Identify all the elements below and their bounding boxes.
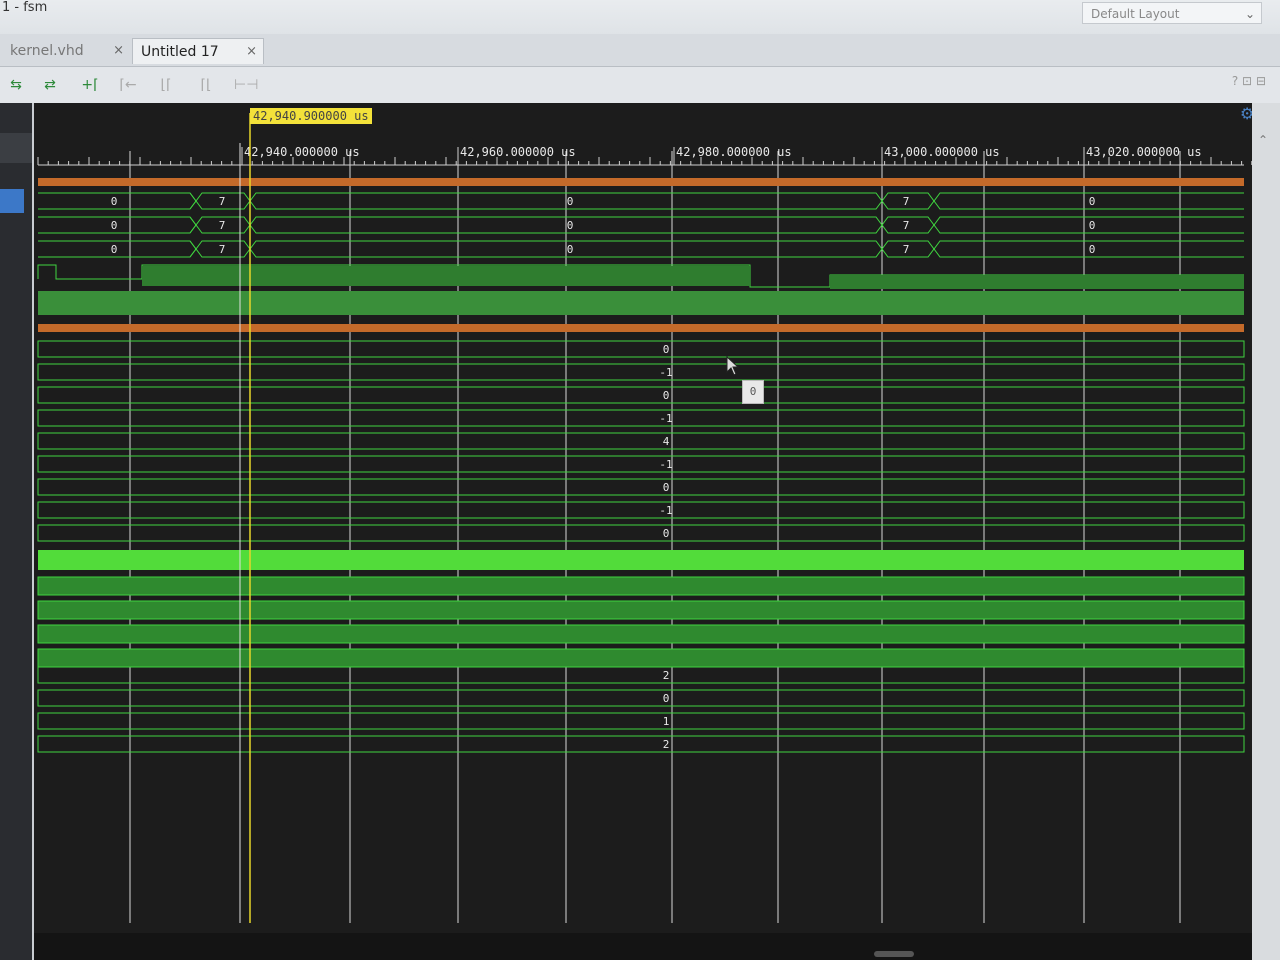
value-tooltip: 0 xyxy=(742,380,764,404)
bus-value: 7 xyxy=(903,219,910,232)
time-tick-label: 42,960.000000 us xyxy=(460,145,576,159)
bus-segment xyxy=(189,216,1244,226)
editor-tabs: kernel.vhd × Untitled 17 × ? × xyxy=(0,34,1280,85)
tab-label: kernel.vhd xyxy=(10,43,84,59)
selected-signal-row[interactable] xyxy=(0,189,24,213)
register-row xyxy=(37,340,1245,358)
counter-value: 2 xyxy=(663,669,670,682)
waveform-toolbar: ⇆ ⇄ +⌈ ⌈← ⌊⌈ ⌈⌊ ⊢⊣ xyxy=(0,67,1280,103)
counter-row xyxy=(37,666,1245,684)
register-row xyxy=(37,409,1245,427)
bus-value: 0 xyxy=(1089,195,1096,208)
signal-name-panel xyxy=(0,103,32,960)
register-value: -1 xyxy=(659,412,672,425)
mouse-pointer-icon xyxy=(726,356,740,376)
swap-cursor-icon[interactable]: ⊢⊣ xyxy=(234,75,258,95)
register-row xyxy=(37,432,1245,450)
dense-signal-fill xyxy=(38,291,1244,315)
add-marker-icon[interactable]: +⌈ xyxy=(80,75,100,95)
go-prev-edge-icon[interactable]: ⌊⌈ xyxy=(156,75,176,95)
bus-segment xyxy=(189,192,1244,202)
bus-segment xyxy=(189,200,1244,210)
register-row xyxy=(37,363,1245,381)
vertical-scrollbar[interactable]: ⌃ xyxy=(1252,103,1280,960)
orange-bus xyxy=(38,324,1244,332)
register-value: -1 xyxy=(659,504,672,517)
register-row xyxy=(37,478,1245,496)
chevron-down-icon: ⌄ xyxy=(1244,7,1255,21)
time-tick-label: 43,000.000000 us xyxy=(884,145,1000,159)
layout-dropdown-value: Default Layout xyxy=(1091,7,1180,21)
register-value: 4 xyxy=(663,435,670,448)
panel-restore-icon[interactable]: ⊡ xyxy=(1242,74,1252,88)
dense-bus xyxy=(37,624,1245,644)
bus-value: 7 xyxy=(903,195,910,208)
register-value: 0 xyxy=(663,527,670,540)
layout-dropdown[interactable]: Default Layout ⌄ xyxy=(1082,2,1262,24)
register-row xyxy=(37,524,1245,542)
time-tick-label: 42,980.000000 us xyxy=(676,145,792,159)
bus-value: 7 xyxy=(903,243,910,256)
tab-label: Untitled 17 xyxy=(141,44,219,60)
waveform-canvas[interactable]: 42,940.000000 us 42,960.000000 us 42,980.0… xyxy=(34,103,1252,933)
bus-segment xyxy=(189,240,1244,250)
tab-kernel-vhd[interactable]: kernel.vhd × xyxy=(2,38,130,64)
bus-segment xyxy=(189,248,1244,258)
dense-signal-fill xyxy=(142,266,750,286)
bus-value: 7 xyxy=(219,243,226,256)
waveform-svg: 42,940.000000 us 42,960.000000 us 42,980.0… xyxy=(37,113,1252,923)
register-value: -1 xyxy=(659,366,672,379)
bus-segment xyxy=(189,224,1244,234)
scroll-thumb[interactable] xyxy=(874,951,914,957)
bus-value: 0 xyxy=(567,219,574,232)
bus-value: 7 xyxy=(219,219,226,232)
counter-value: 1 xyxy=(663,715,670,728)
panel-controls: ? ⊡ ⊟ xyxy=(1232,74,1266,88)
register-value: 0 xyxy=(663,389,670,402)
bright-bus xyxy=(38,550,1244,570)
bus-value: 0 xyxy=(111,243,118,256)
bus-value: 0 xyxy=(567,195,574,208)
zoom-fit-icon[interactable]: ⇆ xyxy=(6,75,26,95)
counter-row xyxy=(37,735,1245,753)
time-tick-label: 43,020.000000 us xyxy=(1086,145,1202,159)
bus-value: 0 xyxy=(111,195,118,208)
bus-value: 7 xyxy=(219,195,226,208)
counter-value: 2 xyxy=(663,738,670,751)
register-row xyxy=(37,501,1245,519)
dense-bus xyxy=(37,576,1245,596)
register-row xyxy=(37,455,1245,473)
dense-bus xyxy=(37,648,1245,668)
register-value: -1 xyxy=(659,458,672,471)
go-first-icon[interactable]: ⌈← xyxy=(118,75,138,95)
panel-maximize-icon[interactable]: ⊟ xyxy=(1256,74,1266,88)
orange-bus xyxy=(38,178,1244,186)
register-value: 0 xyxy=(663,481,670,494)
close-icon[interactable]: × xyxy=(113,38,124,64)
title-bar: 1 - fsm Default Layout ⌄ xyxy=(0,0,1280,34)
tab-untitled-17[interactable]: Untitled 17 × xyxy=(132,38,264,64)
counter-row xyxy=(37,689,1245,707)
bus-value: 0 xyxy=(1089,219,1096,232)
time-tick-label: 42,940.000000 us xyxy=(244,145,360,159)
app-title: 1 - fsm xyxy=(2,0,48,15)
bus-value: 0 xyxy=(111,219,118,232)
dense-signal-fill xyxy=(830,275,1244,289)
name-header xyxy=(0,133,32,163)
horizontal-scrollbar[interactable] xyxy=(34,933,1252,960)
bus-value: 0 xyxy=(1089,243,1096,256)
go-next-edge-icon[interactable]: ⌈⌊ xyxy=(196,75,216,95)
register-row xyxy=(37,386,1245,404)
scroll-up-icon[interactable]: ⌃ xyxy=(1258,133,1268,147)
zoom-to-cursor-icon[interactable]: ⇄ xyxy=(40,75,60,95)
counter-row xyxy=(37,712,1245,730)
panel-help-icon[interactable]: ? xyxy=(1232,74,1238,88)
close-icon[interactable]: × xyxy=(246,39,257,65)
cursor-time-label[interactable]: 42,940.900000 us xyxy=(250,108,372,124)
bus-value: 0 xyxy=(567,243,574,256)
register-value: 0 xyxy=(663,343,670,356)
dense-bus xyxy=(37,600,1245,620)
counter-value: 0 xyxy=(663,692,670,705)
